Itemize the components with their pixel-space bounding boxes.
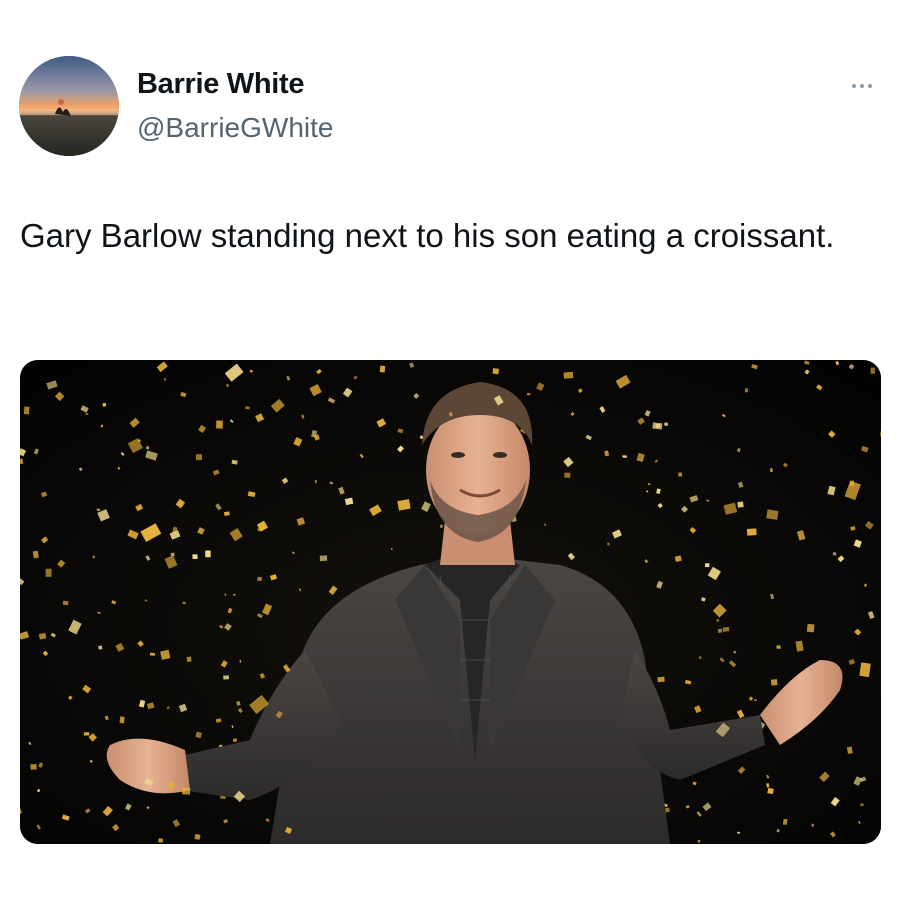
confetti-piece	[705, 563, 710, 568]
confetti-piece	[526, 392, 531, 396]
confetti-piece	[737, 501, 744, 508]
confetti-piece	[194, 833, 201, 840]
confetti-piece	[195, 454, 203, 461]
confetti-piece	[859, 662, 871, 678]
confetti-piece	[563, 371, 574, 379]
confetti-piece	[767, 787, 774, 795]
confetti-piece	[224, 511, 230, 516]
confetti-piece	[192, 554, 198, 559]
confetti-piece	[62, 600, 69, 606]
confetti-piece	[717, 628, 723, 634]
more-dot	[868, 84, 872, 88]
man-in-suit-with-gold-confetti-photo	[20, 360, 881, 844]
confetti-piece	[149, 652, 156, 656]
tweet-text: Gary Barlow standing next to his son eat…	[20, 217, 835, 254]
more-dot	[852, 84, 856, 88]
confetti-piece	[45, 568, 52, 577]
confetti-piece	[216, 420, 223, 429]
confetti-piece	[776, 645, 781, 649]
confetti-piece	[249, 369, 253, 373]
confetti-piece	[23, 406, 30, 415]
confetti-piece	[397, 499, 411, 511]
author-display-name[interactable]: Barrie White	[137, 68, 305, 101]
confetti-piece	[806, 623, 815, 633]
confetti-piece	[245, 406, 250, 410]
confetti-piece	[492, 368, 499, 375]
confetti-piece	[564, 472, 571, 478]
confetti-piece	[391, 547, 393, 550]
confetti-piece	[319, 555, 328, 562]
confetti-piece	[181, 787, 191, 795]
confetti-piece	[314, 479, 317, 484]
confetti-piece	[205, 550, 211, 558]
confetti-piece	[239, 659, 242, 663]
confetti-piece	[652, 422, 663, 430]
confetti-piece	[223, 675, 230, 680]
confetti-piece	[158, 838, 164, 843]
confetti-piece	[622, 455, 627, 458]
confetti-piece	[607, 542, 610, 546]
confetti-piece	[30, 763, 37, 770]
tweet-card: Barrie White @BarrieGWhite Gary Barlow s…	[0, 0, 900, 900]
confetti-piece	[766, 509, 779, 520]
confetti-piece	[782, 818, 788, 825]
confetti-piece	[746, 528, 757, 536]
more-dot	[860, 84, 864, 88]
tweet-photo[interactable]	[20, 360, 881, 844]
confetti-piece	[770, 679, 778, 686]
confetti-piece	[257, 577, 262, 581]
author-handle[interactable]: @BarrieGWhite	[137, 112, 333, 144]
confetti-piece	[870, 367, 875, 374]
confetti-piece	[846, 746, 853, 754]
confetti-piece	[657, 676, 665, 683]
confetti-piece	[664, 422, 668, 426]
confetti-piece	[722, 626, 730, 632]
avatar[interactable]	[19, 56, 119, 156]
more-icon[interactable]	[840, 74, 884, 98]
confetti-piece	[379, 365, 386, 373]
confetti-piece	[146, 446, 149, 450]
confetti-piece	[678, 472, 683, 477]
confetti-piece	[160, 649, 171, 660]
confetti-piece	[100, 424, 103, 428]
confetti-piece	[186, 656, 192, 662]
confetti-piece	[744, 388, 749, 393]
avatar-sunset-photo	[19, 56, 119, 156]
confetti-piece	[119, 716, 125, 724]
confetti-piece	[737, 831, 741, 834]
confetti-piece	[754, 699, 757, 701]
confetti-piece	[83, 732, 90, 736]
